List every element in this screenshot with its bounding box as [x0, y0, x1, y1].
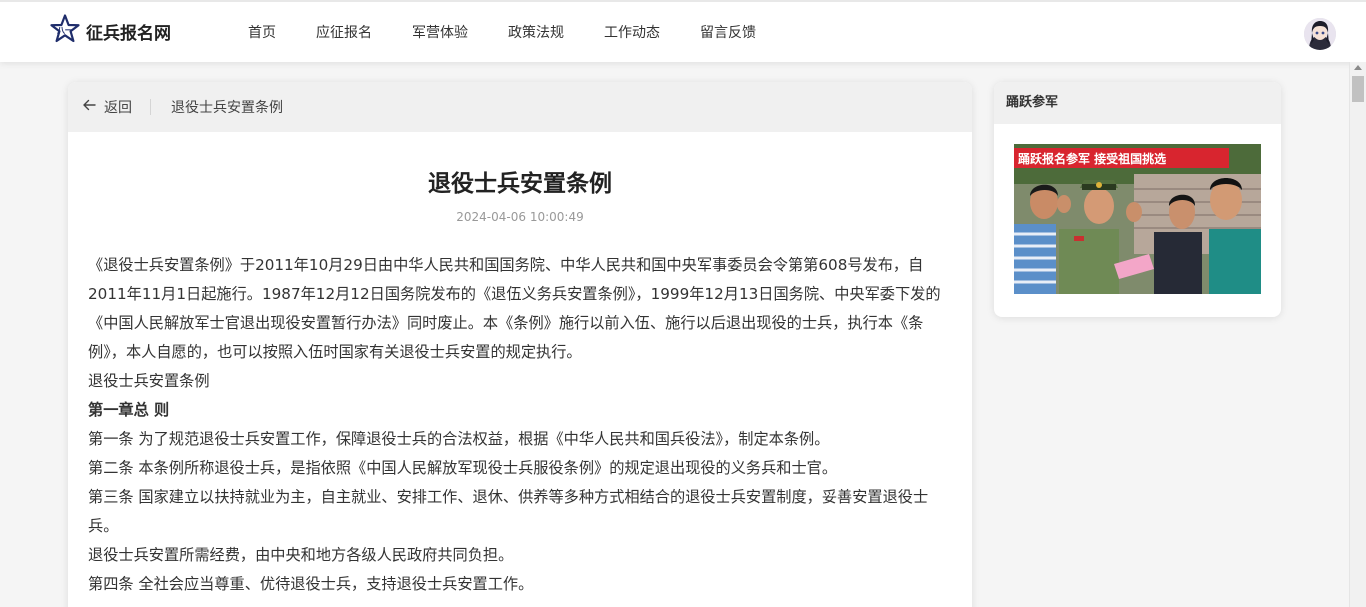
nav-item-enlist[interactable]: 应征报名	[316, 22, 372, 44]
svg-text:八一: 八一	[56, 26, 73, 35]
recruitment-photo[interactable]: 踊跃报名参军 接受祖国挑选	[1014, 144, 1261, 294]
sidebar-card: 踊跃参军 踊跃报名参军 接受祖国挑选	[994, 82, 1281, 317]
article-paragraph: 第二条 本条例所称退役士兵，是指依照《中国人民解放军现役士兵服役条例》的规定退出…	[88, 459, 838, 477]
user-avatar[interactable]	[1304, 18, 1336, 50]
nav-item-feedback[interactable]: 留言反馈	[700, 22, 756, 44]
article-paragraph: 《退役士兵安置条例》于2011年10月29日由中华人民共和国国务院、中华人民共和…	[88, 256, 941, 361]
breadcrumb-current: 退役士兵安置条例	[171, 100, 283, 116]
brand[interactable]: 八一 征兵报名网	[50, 14, 171, 48]
star-logo-icon: 八一	[50, 14, 80, 48]
article-paragraph: 第三条 国家建立以扶持就业为主，自主就业、安排工作、退休、供养等多种方式相结合的…	[88, 488, 929, 535]
chapter-heading: 第一章总 则	[88, 401, 170, 419]
article-paragraph: 退役士兵安置条例	[88, 372, 210, 390]
breadcrumb-divider	[150, 99, 151, 115]
article-paragraph: 退役士兵安置所需经费，由中央和地方各级人民政府共同负担。	[88, 546, 514, 564]
main-nav: 首页 应征报名 军营体验 政策法规 工作动态 留言反馈	[228, 22, 796, 44]
article-date: 2024-04-06 10:00:49	[456, 210, 584, 224]
top-navbar: 八一 征兵报名网 首页 应征报名 军营体验 政策法规 工作动态 留言反馈	[0, 0, 1366, 62]
page-scrollbar[interactable]	[1349, 62, 1366, 607]
brand-name: 征兵报名网	[86, 23, 171, 44]
article-title: 退役士兵安置条例	[428, 171, 612, 197]
banner-text: 踊跃报名参军 接受祖国挑选	[1018, 151, 1166, 166]
scroll-thumb[interactable]	[1352, 76, 1364, 102]
back-label: 返回	[104, 100, 132, 116]
nav-item-policy[interactable]: 政策法规	[508, 22, 564, 44]
nav-item-news[interactable]: 工作动态	[604, 22, 660, 44]
breadcrumb: 返回 退役士兵安置条例	[68, 82, 972, 132]
arrow-left-icon	[82, 98, 104, 116]
nav-item-home[interactable]: 首页	[248, 22, 276, 44]
scroll-up-arrow-icon[interactable]	[1354, 65, 1362, 70]
back-button[interactable]: 返回	[82, 97, 132, 117]
article-paragraph: 第一条 为了规范退役士兵安置工作，保障退役士兵的合法权益，根据《中华人民共和国兵…	[88, 430, 830, 448]
article-body: 《退役士兵安置条例》于2011年10月29日由中华人民共和国国务院、中华人民共和…	[68, 251, 972, 599]
sidebar-heading: 踊跃参军	[994, 82, 1281, 124]
nav-item-barracks[interactable]: 军营体验	[412, 22, 468, 44]
article-paragraph: 第四条 全社会应当尊重、优待退役士兵，支持退役士兵安置工作。	[88, 575, 534, 593]
article-card: 返回 退役士兵安置条例 退役士兵安置条例 2024-04-06 10:00:49…	[68, 82, 972, 607]
